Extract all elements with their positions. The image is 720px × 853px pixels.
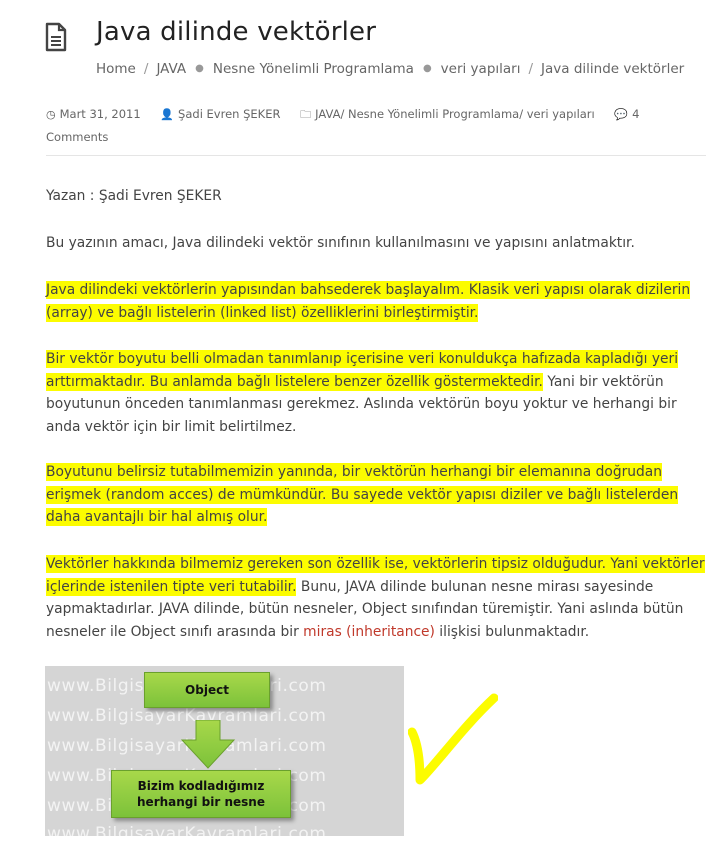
article-page: Java dilinde vektörler Home / JAVA ● Nesne Y… [0, 0, 720, 853]
paragraph-4: Vektörler hakkında bilmemiz gereken son … [46, 553, 706, 643]
post-categories[interactable]: JAVA/ Nesne Yönelimli Programlama/ veri … [315, 107, 595, 121]
breadcrumb: Home / JAVA ● Nesne Yönelimli Programlama ● ve… [96, 61, 685, 77]
paragraph-4-rest-b: ilişkisi bulunmaktadır. [434, 623, 590, 640]
post-date[interactable]: Mart 31, 2011 [60, 107, 141, 121]
author-line: Yazan : Şadi Evren ŞEKER [46, 188, 222, 204]
post-meta: ◷ Mart 31, 2011 👤 Şadi Evren ŞEKER 🗀 JAVA/ … [46, 103, 666, 148]
object-box: Object [144, 672, 270, 708]
highlight-3: Boyutunu belirsiz tutabilmemizin yanında… [46, 463, 679, 526]
breadcrumb-oop[interactable]: Nesne Yönelimli Programlama [213, 61, 414, 77]
inheritance-link[interactable]: miras (inheritance) [303, 624, 435, 640]
paragraph-3: Boyutunu belirsiz tutabilmemizin yanında… [46, 461, 706, 529]
breadcrumb-home[interactable]: Home [96, 61, 136, 77]
intro-paragraph: Bu yazının amacı, Java dilindeki vektör … [46, 235, 635, 251]
clock-icon: ◷ [46, 108, 56, 121]
watermark-text: www.BilgisayarKavramlari.com [47, 824, 327, 836]
breadcrumb-current: Java dilinde vektörler [541, 61, 685, 77]
page-title: Java dilinde vektörler [96, 17, 377, 47]
comment-icon: 💬 [614, 108, 629, 121]
post-author[interactable]: Şadi Evren ŞEKER [178, 107, 280, 121]
folder-icon: 🗀 [300, 108, 312, 121]
highlight-1: Java dilindeki vektörlerin yapısından ba… [46, 281, 691, 322]
down-arrow-icon [180, 720, 236, 769]
document-icon [45, 22, 67, 52]
checkmark-icon [408, 693, 498, 785]
custom-object-box: Bizim kodladığımız herhangi bir nesne [111, 770, 291, 818]
user-icon: 👤 [160, 108, 175, 121]
meta-divider [46, 155, 706, 156]
paragraph-2: Bir vektör boyutu belli olmadan tanımlan… [46, 348, 706, 438]
breadcrumb-java[interactable]: JAVA [156, 61, 186, 77]
paragraph-1: Java dilindeki vektörlerin yapısından ba… [46, 279, 706, 324]
breadcrumb-data-structures[interactable]: veri yapıları [441, 61, 521, 77]
